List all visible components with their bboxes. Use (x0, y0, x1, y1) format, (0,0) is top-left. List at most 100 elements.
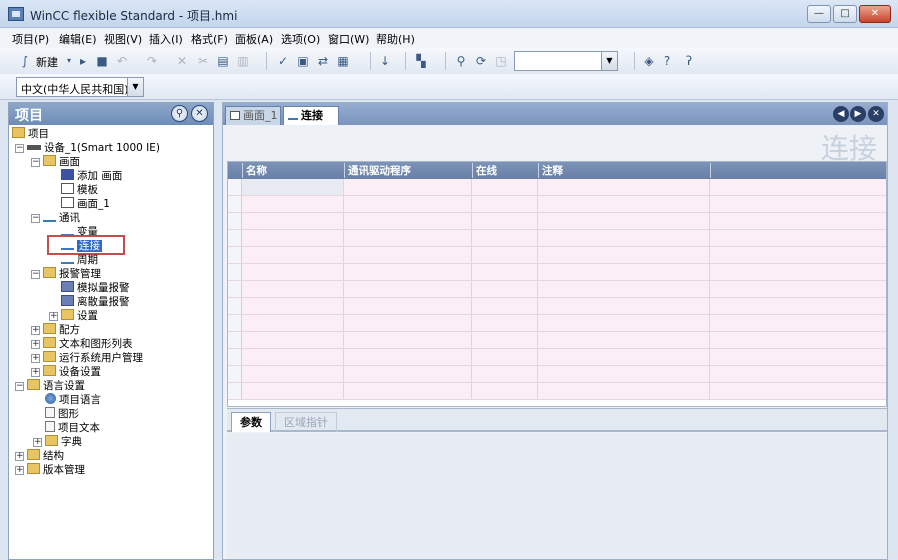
link-icon[interactable]: ⟳ (474, 54, 488, 68)
menu-view[interactable]: 视图(V) (104, 31, 142, 47)
table-row[interactable] (228, 366, 886, 383)
expand-icon[interactable]: + (49, 312, 58, 321)
column-header-driver[interactable]: 通讯驱动程序 (344, 163, 472, 178)
tree-item-recipes[interactable]: 配方 (43, 323, 80, 337)
tab-parameters[interactable]: 参数 (231, 412, 271, 432)
collapse-icon[interactable]: − (15, 382, 24, 391)
tree-item-text-graphic-lists[interactable]: 文本和图形列表 (43, 337, 133, 351)
tree-item-project[interactable]: 项目 (12, 127, 49, 141)
simulate-icon[interactable]: ▦ (336, 54, 350, 68)
tree-item-cycles[interactable]: 周期 (61, 253, 98, 267)
tab-screen-1[interactable]: 画面_1 (225, 106, 281, 125)
copy-icon[interactable]: ▤ (216, 54, 230, 68)
tree-item-screen-1[interactable]: 画面_1 (61, 197, 110, 211)
close-button[interactable]: ✕ (859, 5, 891, 23)
help-icon[interactable]: ? (660, 54, 674, 68)
expand-icon[interactable]: + (31, 326, 40, 335)
context-help-icon[interactable]: ʔ (682, 54, 696, 68)
tree-item-discrete-alarms[interactable]: 离散量报警 (61, 295, 130, 309)
maximize-button[interactable]: □ (833, 5, 857, 23)
collapse-icon[interactable]: − (31, 214, 40, 223)
menu-project[interactable]: 项目(P) (12, 31, 49, 47)
tree-item-graphics[interactable]: 图形 (45, 407, 79, 421)
tree-item-runtime-user-admin[interactable]: 运行系统用户管理 (43, 351, 143, 365)
table-row[interactable] (228, 383, 886, 400)
new-button[interactable]: 新建 (36, 54, 58, 70)
chevron-down-icon[interactable]: ▼ (127, 78, 143, 96)
table-row[interactable] (228, 230, 886, 247)
collapse-icon[interactable]: − (31, 158, 40, 167)
column-header-name[interactable]: 名称 (242, 163, 344, 178)
previous-editor-icon[interactable]: ◀ (833, 106, 849, 122)
table-row[interactable] (228, 315, 886, 332)
menu-window[interactable]: 窗口(W) (328, 31, 369, 47)
chevron-down-icon[interactable]: ▾ (62, 54, 76, 68)
tree-item-version-management[interactable]: 版本管理 (27, 463, 85, 477)
collapse-icon[interactable]: − (31, 270, 40, 279)
menu-format[interactable]: 格式(F) (191, 31, 228, 47)
undo-icon[interactable]: ↶ (115, 54, 129, 68)
tree-item-device[interactable]: 设备_1(Smart 1000 IE) (27, 141, 160, 155)
tab-connections[interactable]: 连接 (283, 106, 339, 125)
table-row[interactable] (228, 179, 886, 196)
menu-options[interactable]: 选项(O) (281, 31, 320, 47)
menu-insert[interactable]: 插入(I) (149, 31, 183, 47)
check-icon[interactable]: ✓ (276, 54, 290, 68)
column-header-comment[interactable]: 注释 (538, 163, 710, 178)
tree-item-device-settings[interactable]: 设备设置 (43, 365, 101, 379)
compile-icon[interactable]: ▣ (296, 54, 310, 68)
delete-icon[interactable]: ✕ (175, 54, 189, 68)
save-icon[interactable]: ■ (95, 54, 109, 68)
transfer-icon[interactable]: ⇄ (316, 54, 330, 68)
expand-icon[interactable]: + (31, 340, 40, 349)
menu-panel[interactable]: 面板(A) (235, 31, 273, 47)
tree-item-alarm-settings[interactable]: 设置 (61, 309, 98, 323)
paste-icon[interactable]: ▥ (236, 54, 250, 68)
object-combo[interactable]: ▼ (514, 51, 618, 71)
collapse-icon[interactable]: − (15, 144, 24, 153)
table-row[interactable] (228, 247, 886, 264)
tree-item-alarm-management[interactable]: 报警管理 (43, 267, 101, 281)
language-select[interactable]: 中文(中华人民共和国) ▼ (16, 77, 144, 97)
new-connection-icon[interactable]: ∫ (18, 54, 32, 68)
tree-item-project-texts[interactable]: 项目文本 (45, 421, 100, 435)
next-editor-icon[interactable]: ▶ (850, 106, 866, 122)
close-icon[interactable]: ✕ (191, 105, 208, 122)
expand-icon[interactable]: + (31, 368, 40, 377)
close-editor-icon[interactable]: ✕ (868, 106, 884, 122)
column-header-online[interactable]: 在线 (472, 163, 538, 178)
tree-item-template[interactable]: 模板 (61, 183, 98, 197)
table-row[interactable] (228, 298, 886, 315)
expand-icon[interactable]: + (33, 438, 42, 447)
tree-item-project-languages[interactable]: 项目语言 (45, 393, 101, 407)
minimize-button[interactable]: — (807, 5, 831, 23)
download-icon[interactable]: ↓ (378, 54, 392, 68)
table-row[interactable] (228, 196, 886, 213)
chevron-down-icon[interactable]: ▼ (601, 52, 617, 70)
search-icon[interactable]: ⚲ (454, 54, 468, 68)
help-book-icon[interactable]: ◈ (642, 54, 656, 68)
expand-icon[interactable]: + (15, 452, 24, 461)
expand-icon[interactable]: + (31, 354, 40, 363)
open-icon[interactable]: ▸ (76, 54, 90, 68)
menu-help[interactable]: 帮助(H) (376, 31, 415, 47)
table-row[interactable] (228, 264, 886, 281)
table-row[interactable] (228, 281, 886, 298)
find-icon[interactable]: ◳ (494, 54, 508, 68)
tree-item-language-settings[interactable]: 语言设置 (27, 379, 85, 393)
tree-item-add-screen[interactable]: 添加 画面 (61, 169, 122, 183)
table-row[interactable] (228, 332, 886, 349)
tree-item-dictionaries[interactable]: 字典 (45, 435, 82, 449)
tree-item-analog-alarms[interactable]: 模拟量报警 (61, 281, 130, 295)
tab-area-pointers[interactable]: 区域指针 (275, 412, 337, 432)
menu-edit[interactable]: 编辑(E) (59, 31, 97, 47)
table-row[interactable] (228, 213, 886, 230)
expand-icon[interactable]: + (15, 466, 24, 475)
tree-item-communication[interactable]: 通讯 (43, 211, 80, 225)
pin-icon[interactable]: ⚲ (171, 105, 188, 122)
tree-item-screens[interactable]: 画面 (43, 155, 80, 169)
table-row[interactable] (228, 349, 886, 366)
cut-icon[interactable]: ✂ (196, 54, 210, 68)
library-icon[interactable]: ▚ (414, 54, 428, 68)
redo-icon[interactable]: ↷ (145, 54, 159, 68)
